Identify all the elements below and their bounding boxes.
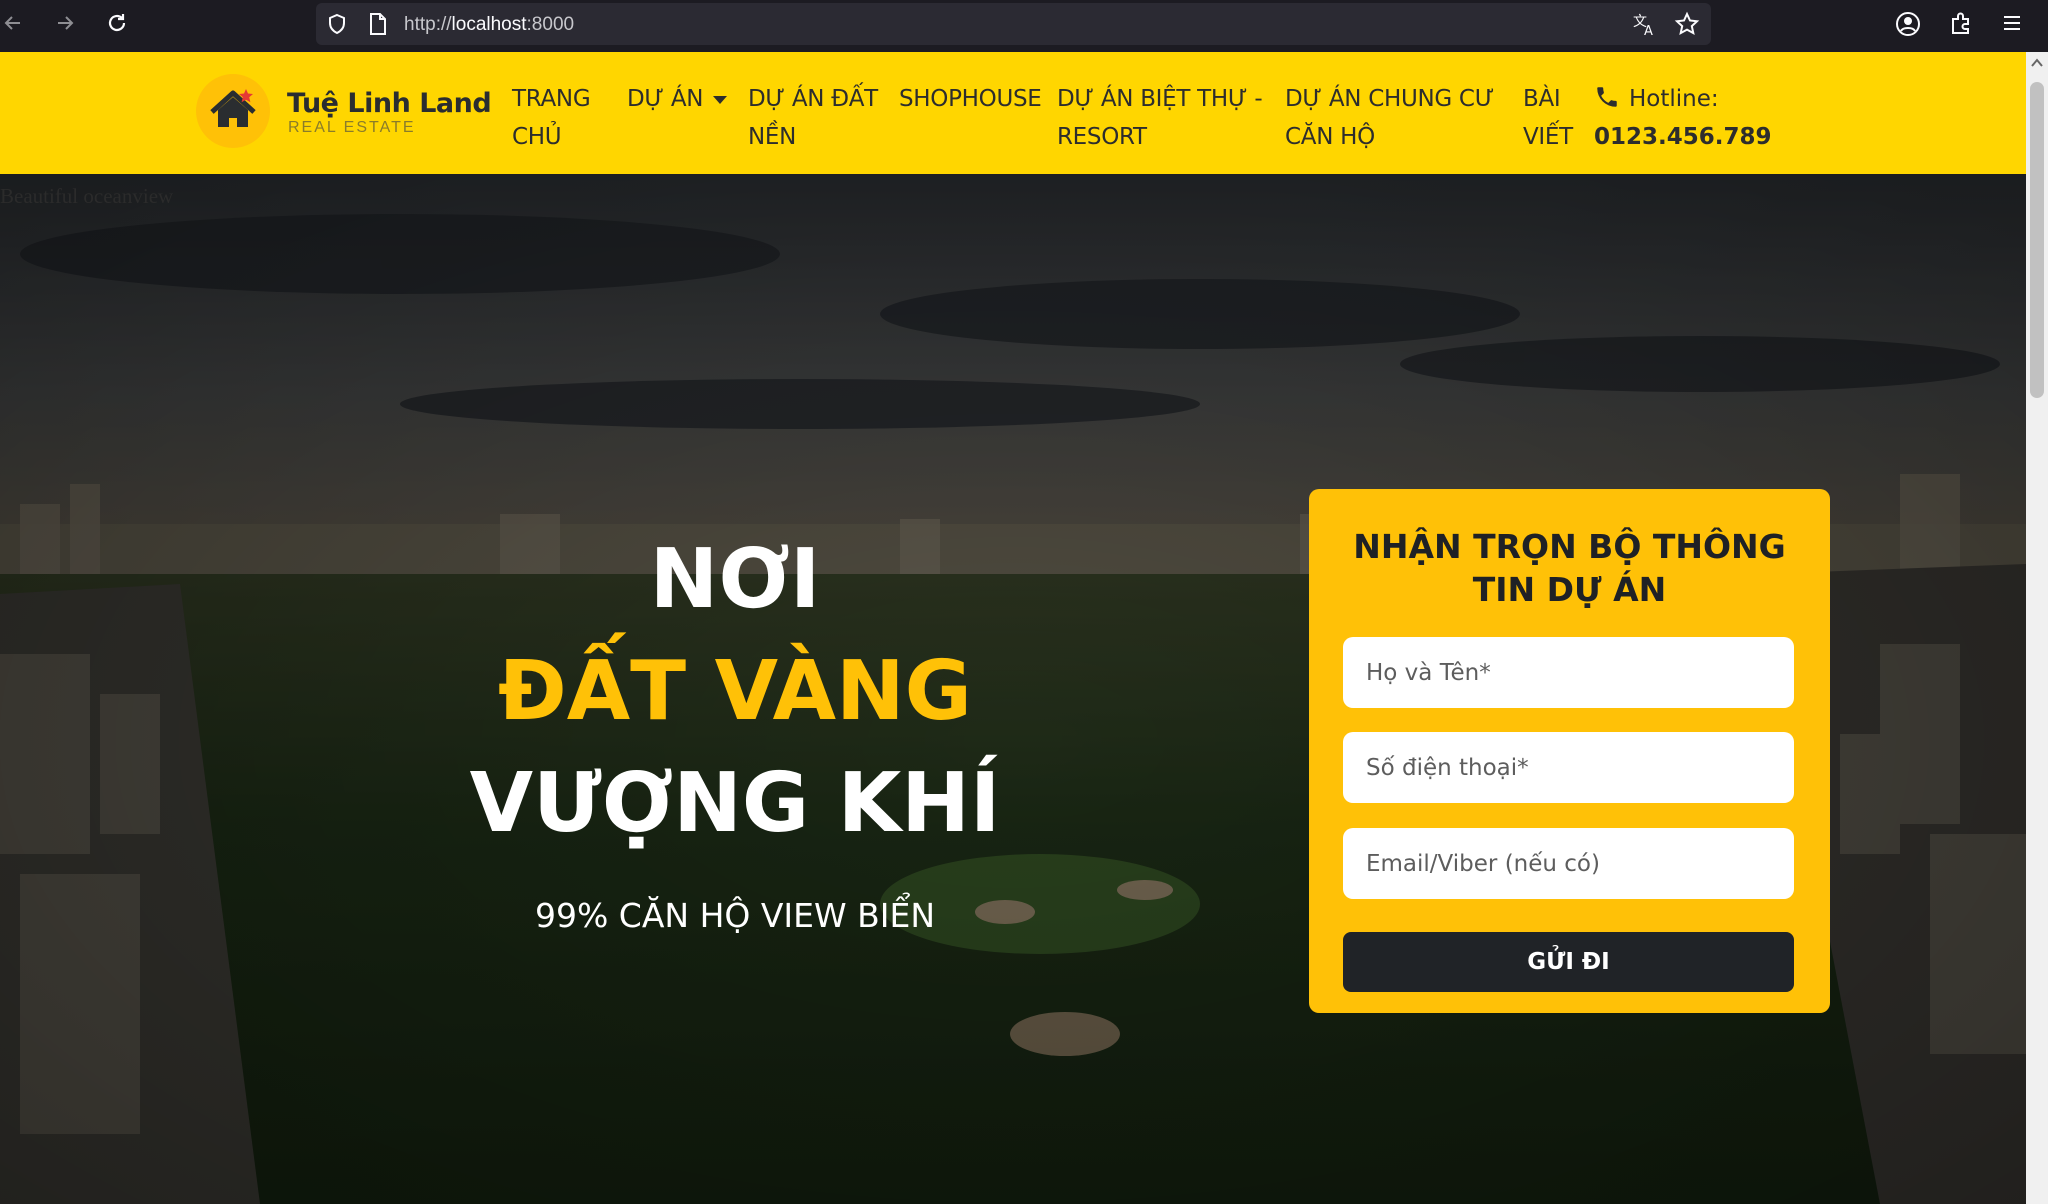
bookmark-star-icon[interactable] (1674, 11, 1700, 37)
nav-label-line1: DỰ ÁN BIỆT THỰ - (1057, 86, 1263, 112)
nav-label-line1: DỰ ÁN CHUNG CƯ (1285, 86, 1495, 112)
back-arrow-icon (4, 16, 20, 30)
nav-item-trang-chu[interactable]: TRANG CHỦ (512, 80, 591, 156)
extensions-icon[interactable] (1948, 10, 1974, 36)
reload-icon (108, 14, 126, 32)
hero-subtitle: 99% CĂN HỘ VIEW BIỂN (534, 896, 936, 935)
hotline-label: Hotline: (1629, 86, 1719, 112)
caret-down-icon (713, 95, 728, 104)
name-field[interactable] (1343, 637, 1794, 708)
browser-toolbar: http://localhost:8000 文A (0, 0, 2048, 52)
nav-label-line2: CHỦ (512, 124, 562, 150)
hero-section: Beautiful oceanview NƠI ĐẤT VÀNG VƯỢNG K… (0, 174, 2026, 1204)
nav-label-line1: SHOPHOUSE (899, 86, 1042, 112)
form-title: NHẬN TRỌN BỘ THÔNG TIN DỰ ÁN (1329, 525, 1810, 611)
phone-icon (1597, 87, 1617, 107)
nav-item-du-an-dropdown[interactable]: DỰ ÁN (627, 80, 728, 118)
scrollbar-thumb[interactable] (2030, 82, 2044, 398)
page-scrollbar[interactable] (2026, 52, 2048, 1204)
brand-tagline: REAL ESTATE (288, 119, 416, 136)
nav-label-line2: NỀN (748, 124, 797, 150)
nav-label-line2: VIẾT (1523, 124, 1573, 150)
reload-button[interactable] (104, 10, 130, 36)
nav-label-line1: DỰ ÁN ĐẤT (748, 86, 878, 112)
menu-icon[interactable] (2001, 12, 2023, 34)
project-info-form: NHẬN TRỌN BỘ THÔNG TIN DỰ ÁN GỬI ĐI (1309, 489, 1830, 1013)
nav-label-line1: BÀI (1523, 86, 1561, 112)
address-bar[interactable]: http://localhost:8000 文A (316, 3, 1711, 45)
logo[interactable] (196, 74, 270, 148)
url-scheme: http:// (404, 14, 452, 35)
nav-label-line2: CĂN HỘ (1285, 124, 1375, 150)
page-info-icon[interactable] (367, 12, 389, 36)
translate-icon[interactable]: 文A (1632, 11, 1658, 37)
forward-button[interactable] (52, 10, 78, 36)
account-icon[interactable] (1894, 10, 1922, 38)
site-header: Tuệ Linh Land REAL ESTATE TRANG CHỦ DỰ ÁN… (0, 52, 2026, 174)
email-viber-field[interactable] (1343, 828, 1794, 899)
url-text[interactable]: http://localhost:8000 (404, 14, 574, 36)
hero-image-alt-text: Beautiful oceanview (0, 184, 174, 208)
hero-title-line2: ĐẤT VÀNG (498, 644, 972, 739)
shield-icon[interactable] (325, 12, 349, 36)
form-title-line1: NHẬN TRỌN BỘ THÔNG (1353, 527, 1786, 566)
back-button[interactable] (0, 10, 26, 36)
svg-text:A: A (1644, 24, 1653, 37)
nav-label-line2: RESORT (1057, 124, 1147, 150)
hotline-number[interactable]: 0123.456.789 (1594, 118, 1772, 156)
hero-title-line1: NƠI (649, 532, 821, 627)
forward-arrow-icon (58, 16, 74, 30)
hero-title-line3: VƯỢNG KHÍ (469, 756, 1001, 851)
nav-item-biet-thu-resort[interactable]: DỰ ÁN BIỆT THỰ - RESORT (1057, 80, 1263, 156)
nav-label-line1: DỰ ÁN (627, 86, 704, 112)
form-title-line2: TIN DỰ ÁN (1472, 570, 1667, 609)
scroll-up-arrow-icon[interactable] (2031, 58, 2043, 68)
url-host: localhost (451, 14, 527, 35)
house-icon (210, 89, 256, 127)
url-port: :8000 (526, 14, 575, 35)
nav-item-bai-viet[interactable]: BÀI VIẾT (1523, 80, 1573, 156)
nav-item-chung-cu-can-ho[interactable]: DỰ ÁN CHUNG CƯ CĂN HỘ (1285, 80, 1494, 156)
brand-name[interactable]: Tuệ Linh Land (287, 88, 492, 119)
nav-item-du-an-dat-nen[interactable]: DỰ ÁN ĐẤT NỀN (748, 80, 878, 156)
phone-field[interactable] (1343, 732, 1794, 803)
submit-button[interactable]: GỬI ĐI (1343, 932, 1794, 992)
nav-item-shophouse[interactable]: SHOPHOUSE (899, 80, 1042, 118)
nav-label-line1: TRANG (512, 86, 591, 112)
